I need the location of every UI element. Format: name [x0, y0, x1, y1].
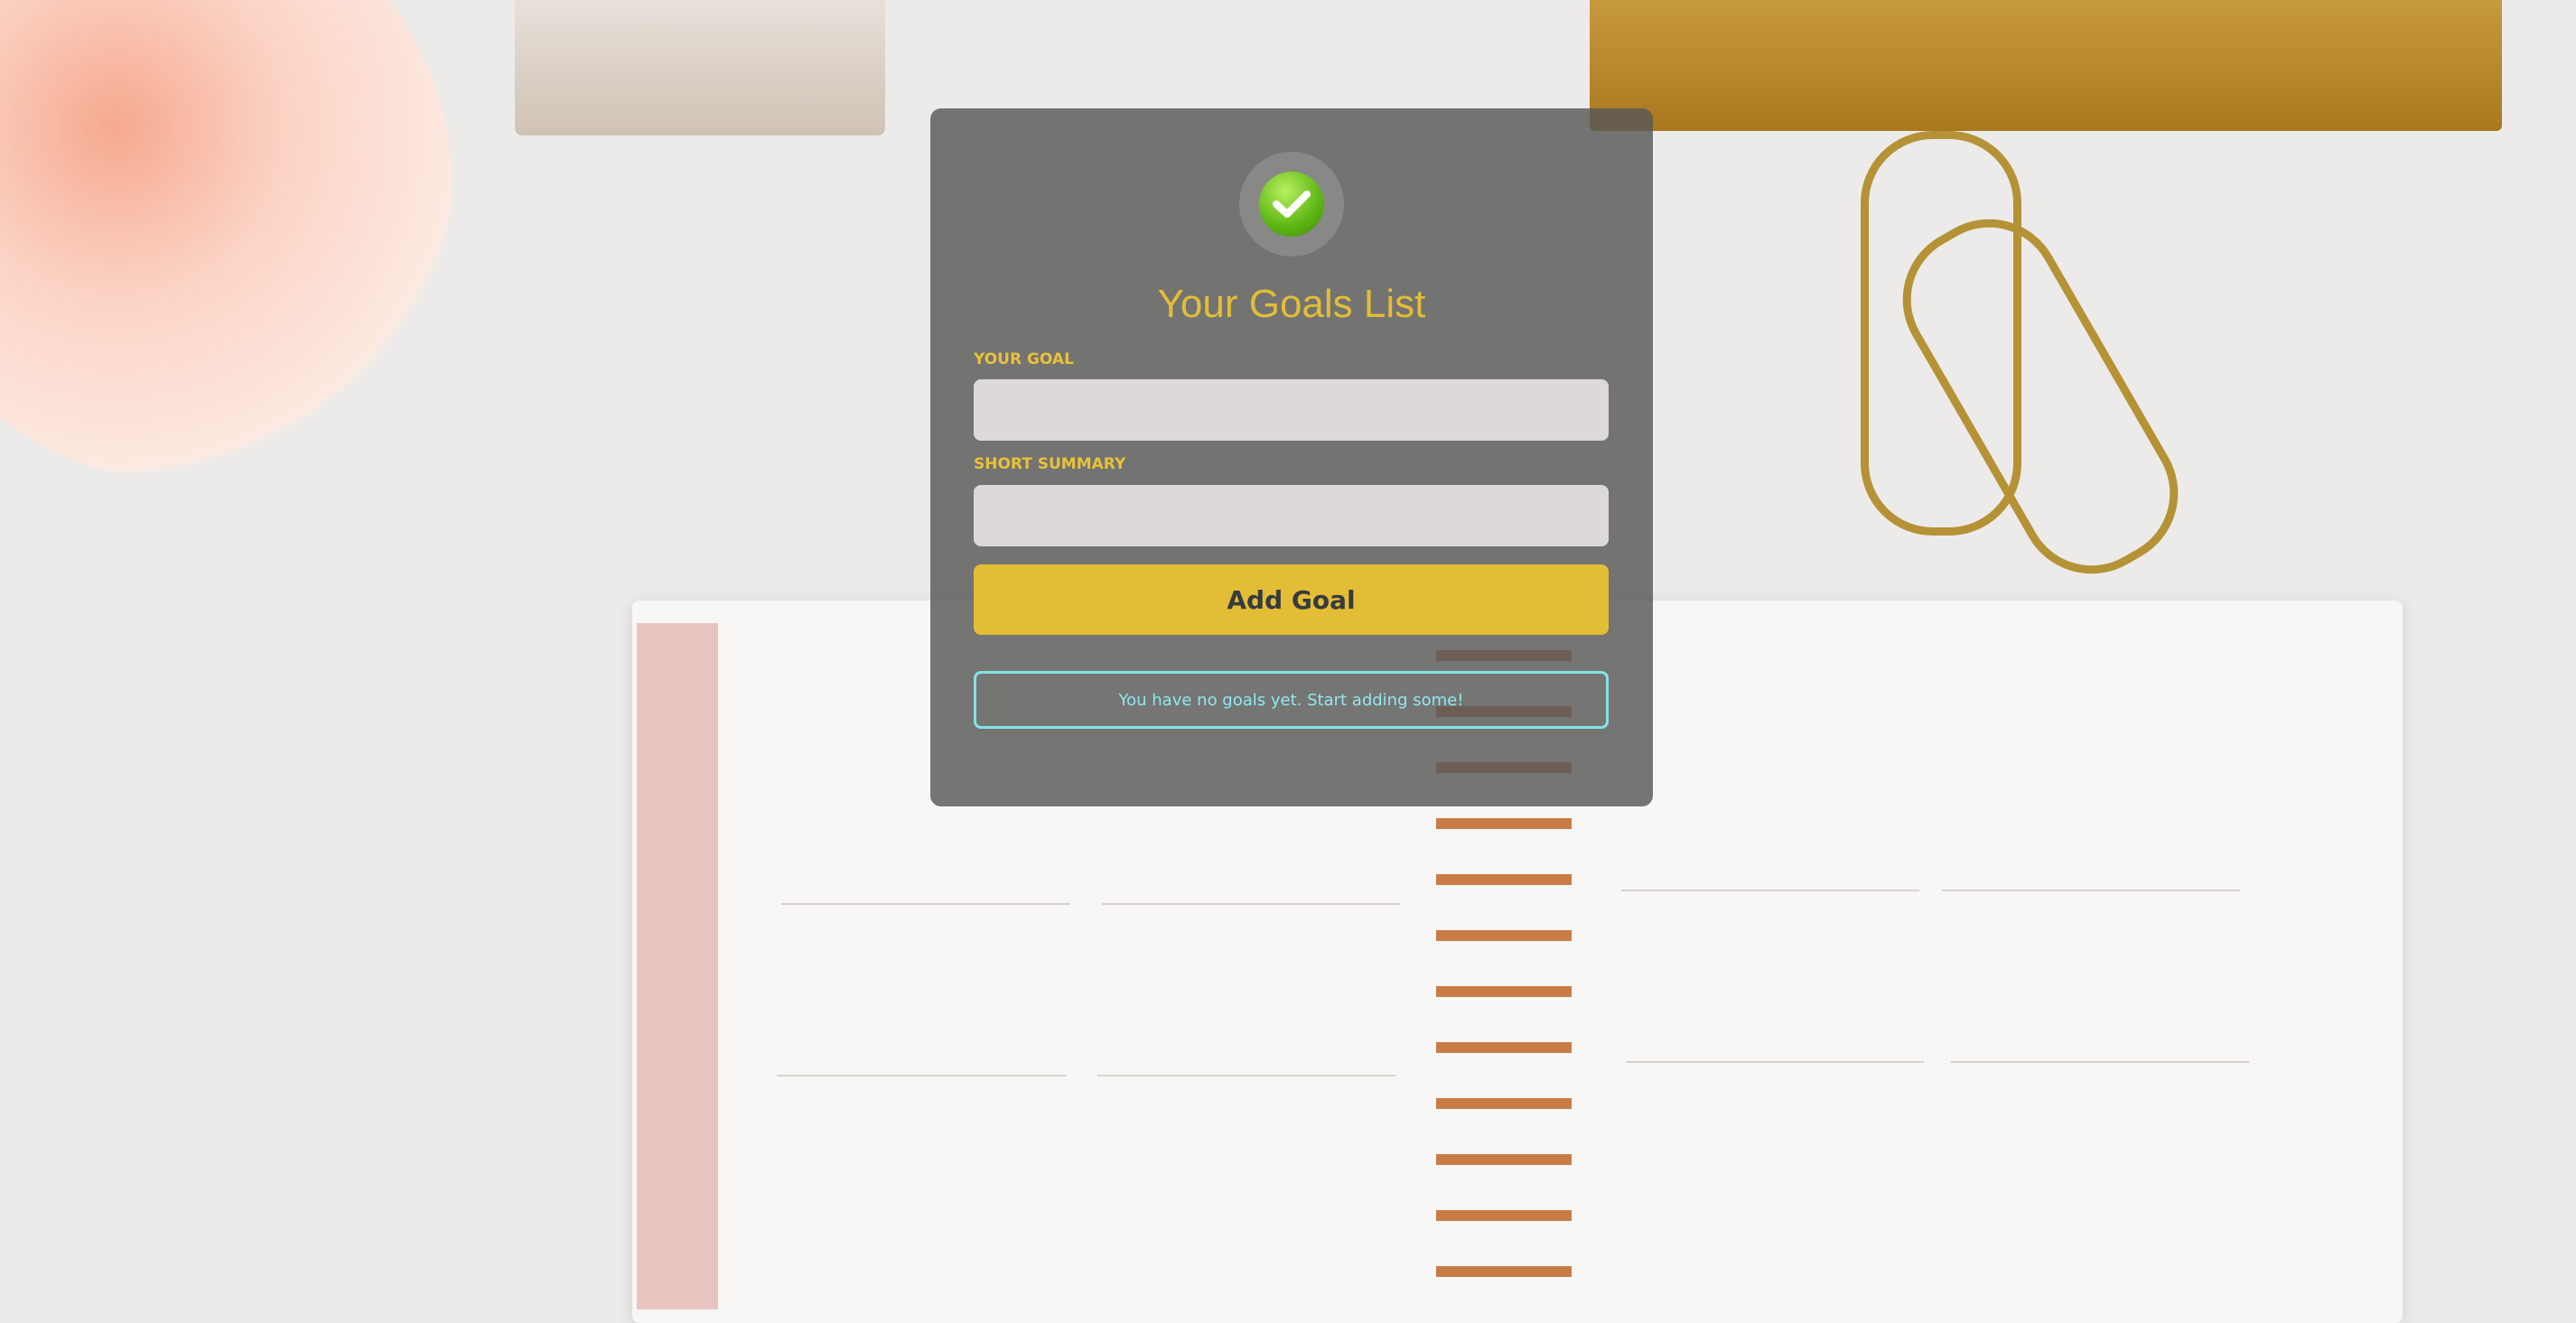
goals-card: Your Goals List YOUR GOAL SHORT SUMMARY …	[930, 108, 1653, 806]
check-circle-icon	[1259, 172, 1324, 237]
background-flower	[0, 0, 452, 479]
background-notebook-cover	[637, 623, 718, 1309]
background-pen-cup	[515, 0, 885, 135]
goals-list-empty-message: You have no goals yet. Start adding some…	[974, 671, 1609, 729]
background-line	[781, 903, 1070, 905]
goal-input[interactable]	[974, 379, 1609, 441]
background-line	[1621, 890, 1919, 891]
background-gold-box	[1590, 0, 2502, 131]
page-title: Your Goals List	[1157, 282, 1426, 326]
background-line	[777, 1075, 1066, 1076]
background-line	[1097, 1075, 1395, 1076]
empty-message-text: You have no goals yet. Start adding some…	[1118, 690, 1464, 710]
background-line	[1626, 1061, 1924, 1063]
background-line	[1102, 903, 1400, 905]
add-goal-button[interactable]: Add Goal	[974, 564, 1609, 635]
background-line	[1951, 1061, 2249, 1063]
background-line	[1942, 890, 2240, 891]
summary-label: SHORT SUMMARY	[974, 455, 1126, 473]
summary-input[interactable]	[974, 485, 1609, 546]
goal-label: YOUR GOAL	[974, 350, 1074, 368]
